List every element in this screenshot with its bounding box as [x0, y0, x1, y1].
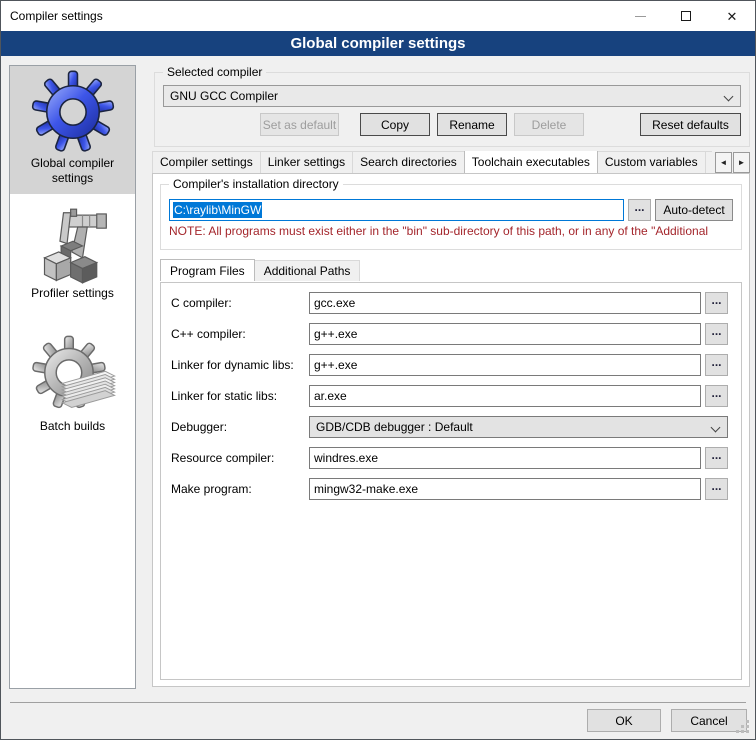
compiler-buttons-row: Set as default Copy Rename Delete Reset …: [163, 113, 741, 136]
c-compiler-label: C compiler:: [171, 296, 309, 310]
cpp-compiler-label: C++ compiler:: [171, 327, 309, 341]
rename-button[interactable]: Rename: [437, 113, 507, 136]
tab-search-directories[interactable]: Search directories: [352, 151, 465, 173]
installation-directory-group-label: Compiler's installation directory: [169, 177, 343, 191]
installation-directory-group: Compiler's installation directory C:\ray…: [160, 184, 742, 250]
chevron-down-icon: [724, 92, 734, 102]
titlebar: Compiler settings ✕: [1, 1, 755, 31]
debugger-select-value: GDB/CDB debugger : Default: [316, 420, 473, 434]
sidebar-item-label: Batch builds: [10, 417, 135, 442]
resource-compiler-input[interactable]: [309, 447, 701, 469]
tab-custom-variables[interactable]: Custom variables: [597, 151, 706, 173]
sidebar-item-profiler-settings[interactable]: Profiler settings: [10, 194, 135, 309]
close-button[interactable]: ✕: [709, 1, 755, 31]
minimize-icon: [635, 16, 646, 17]
minimize-button[interactable]: [617, 1, 663, 31]
blue-gear-icon: [10, 70, 135, 154]
set-as-default-button[interactable]: Set as default: [260, 113, 339, 136]
browse-directory-button[interactable]: ...: [628, 199, 651, 221]
maximize-icon: [681, 11, 691, 21]
compiler-select-value: GNU GCC Compiler: [170, 89, 278, 103]
resize-grip[interactable]: [746, 730, 749, 733]
c-compiler-input[interactable]: [309, 292, 701, 314]
make-program-browse-button[interactable]: ...: [705, 478, 728, 500]
compiler-select[interactable]: GNU GCC Compiler: [163, 85, 741, 107]
installation-directory-row: C:\raylib\MinGW ... Auto-detect: [169, 199, 733, 221]
cpp-compiler-input[interactable]: [309, 323, 701, 345]
dynamic-linker-label: Linker for dynamic libs:: [171, 358, 309, 372]
program-files-page: C compiler: ... C++ compiler: ... Linker…: [160, 282, 742, 680]
compiler-settings-window: Compiler settings ✕ Global compiler sett…: [0, 0, 756, 740]
settings-tabs: Compiler settings Linker settings Search…: [152, 151, 712, 174]
static-linker-input[interactable]: [309, 385, 701, 407]
copy-button[interactable]: Copy: [360, 113, 430, 136]
sidebar-item-global-compiler-settings[interactable]: Global compiler settings: [10, 66, 135, 194]
tab-scroll-buttons: ◄ ►: [714, 152, 750, 173]
make-program-input[interactable]: [309, 478, 701, 500]
c-compiler-row: C compiler: ...: [171, 292, 728, 314]
installation-directory-selected-text: C:\raylib\MinGW: [173, 202, 262, 218]
installation-directory-input[interactable]: C:\raylib\MinGW: [169, 199, 624, 221]
tab-additional-paths[interactable]: Additional Paths: [254, 260, 361, 281]
window-title: Compiler settings: [10, 9, 103, 23]
bin-subdirectory-note: NOTE: All programs must exist either in …: [169, 224, 733, 238]
static-linker-browse-button[interactable]: ...: [705, 385, 728, 407]
debugger-row: Debugger: GDB/CDB debugger : Default: [171, 416, 728, 438]
tab-compiler-settings[interactable]: Compiler settings: [152, 151, 261, 173]
auto-detect-button[interactable]: Auto-detect: [655, 199, 733, 221]
tab-scroll-right-button[interactable]: ►: [733, 152, 750, 173]
chevron-down-icon: [711, 423, 721, 433]
make-program-label: Make program:: [171, 482, 309, 496]
debugger-select[interactable]: GDB/CDB debugger : Default: [309, 416, 728, 438]
resource-compiler-label: Resource compiler:: [171, 451, 309, 465]
make-program-row: Make program: ...: [171, 478, 728, 500]
static-linker-label: Linker for static libs:: [171, 389, 309, 403]
tab-scroll-left-button[interactable]: ◄: [715, 152, 732, 173]
static-linker-row: Linker for static libs: ...: [171, 385, 728, 407]
reset-defaults-button[interactable]: Reset defaults: [640, 113, 741, 136]
tab-scroll-right-icon: ►: [738, 158, 746, 167]
sidebar-item-batch-builds[interactable]: Batch builds: [10, 309, 135, 442]
settings-tabbar: Compiler settings Linker settings Search…: [152, 151, 750, 174]
caliper-icon: [10, 208, 135, 284]
settings-category-list: Global compiler settings: [9, 65, 136, 689]
cancel-button[interactable]: Cancel: [671, 709, 747, 732]
delete-button[interactable]: Delete: [514, 113, 584, 136]
dynamic-linker-browse-button[interactable]: ...: [705, 354, 728, 376]
dynamic-linker-row: Linker for dynamic libs: ...: [171, 354, 728, 376]
caption-buttons: ✕: [617, 1, 755, 31]
selected-compiler-group: Selected compiler GNU GCC Compiler Set a…: [154, 72, 750, 147]
tab-program-files[interactable]: Program Files: [160, 259, 255, 281]
cpp-compiler-browse-button[interactable]: ...: [705, 323, 728, 345]
program-tabbar: Program Files Additional Paths: [160, 260, 742, 282]
footer-divider: [10, 702, 746, 703]
debugger-label: Debugger:: [171, 420, 309, 434]
c-compiler-browse-button[interactable]: ...: [705, 292, 728, 314]
dialog-body: Global compiler settings: [2, 56, 754, 738]
ok-button[interactable]: OK: [587, 709, 661, 732]
main-panel: Selected compiler GNU GCC Compiler Set a…: [147, 56, 750, 740]
resource-compiler-browse-button[interactable]: ...: [705, 447, 728, 469]
selected-compiler-group-label: Selected compiler: [163, 65, 266, 79]
close-icon: ✕: [727, 10, 738, 23]
toolchain-executables-page: Compiler's installation directory C:\ray…: [152, 173, 750, 687]
tab-scroll-left-icon: ◄: [720, 158, 728, 167]
cpp-compiler-row: C++ compiler: ...: [171, 323, 728, 345]
dynamic-linker-input[interactable]: [309, 354, 701, 376]
maximize-button[interactable]: [663, 1, 709, 31]
sidebar-item-label: Global compiler settings: [10, 154, 135, 194]
tab-build-options[interactable]: Build options: [705, 151, 712, 173]
tab-toolchain-executables[interactable]: Toolchain executables: [464, 151, 598, 173]
sidebar-item-label: Profiler settings: [10, 284, 135, 309]
tab-linker-settings[interactable]: Linker settings: [260, 151, 353, 173]
gray-gear-stack-icon: [10, 331, 135, 417]
resource-compiler-row: Resource compiler: ...: [171, 447, 728, 469]
dialog-header: Global compiler settings: [1, 31, 755, 56]
